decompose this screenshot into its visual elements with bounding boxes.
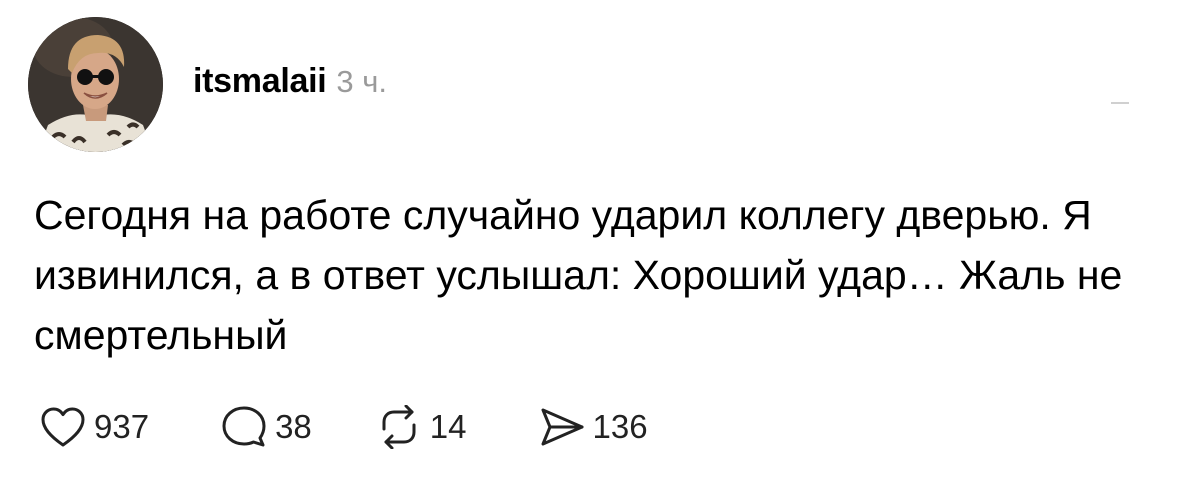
post-text: Сегодня на работе случайно ударил коллег… bbox=[34, 192, 1123, 358]
share-button[interactable]: 136 bbox=[537, 403, 648, 451]
post-header: itsmalaii 3 ч. bbox=[193, 62, 387, 101]
repost-button[interactable]: 14 bbox=[374, 403, 467, 451]
more-menu-indicator[interactable] bbox=[1111, 102, 1129, 104]
comment-icon bbox=[219, 403, 269, 451]
post-time: 3 ч. bbox=[336, 64, 387, 99]
repost-icon bbox=[374, 403, 424, 451]
action-bar: 937 38 14 136 bbox=[38, 403, 648, 451]
avatar-photo-icon bbox=[28, 17, 163, 152]
like-count: 937 bbox=[94, 408, 150, 445]
comment-count: 38 bbox=[275, 408, 312, 445]
repost-count: 14 bbox=[429, 408, 467, 445]
author-username[interactable]: itsmalaii bbox=[193, 62, 327, 101]
post: itsmalaii 3 ч. Сегодня на работе случайн… bbox=[0, 0, 1179, 481]
avatar[interactable] bbox=[28, 17, 163, 152]
comment-button[interactable]: 38 bbox=[219, 403, 312, 451]
share-count: 136 bbox=[592, 408, 648, 445]
heart-icon bbox=[38, 403, 88, 451]
like-button[interactable]: 937 bbox=[38, 403, 149, 451]
send-icon bbox=[537, 403, 587, 451]
